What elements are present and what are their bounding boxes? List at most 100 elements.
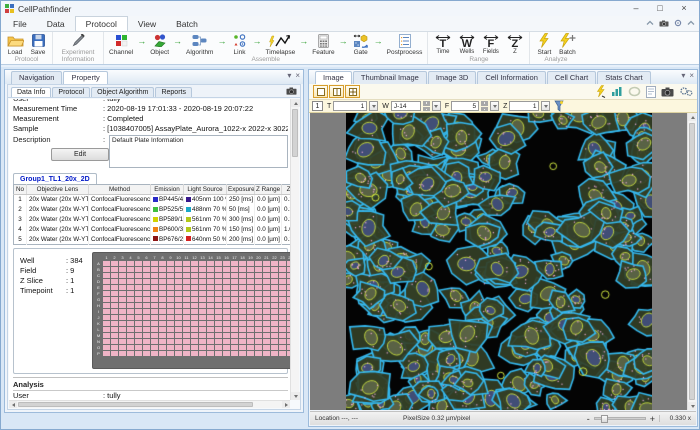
plate-well[interactable] (199, 267, 206, 272)
plate-well[interactable] (191, 285, 198, 290)
plate-well[interactable] (223, 267, 230, 272)
plate-well[interactable] (111, 273, 118, 278)
plate-well[interactable] (111, 297, 118, 302)
plate-well[interactable] (239, 273, 246, 278)
postprocess-button[interactable]: Postprocess (385, 33, 425, 56)
plate-well[interactable] (207, 345, 214, 350)
plate-well[interactable] (271, 327, 278, 332)
scroll-up-arrow[interactable] (291, 99, 300, 107)
channel-row[interactable]: 4 20x Water (20x W-YT) ConfocalFluorescenc… (13, 224, 290, 235)
plate-well[interactable] (127, 321, 134, 326)
plate-well[interactable] (279, 267, 286, 272)
plate-well[interactable] (279, 315, 286, 320)
plate-well[interactable] (255, 333, 262, 338)
plate-well[interactable] (175, 333, 182, 338)
plate-well[interactable] (199, 309, 206, 314)
plate-well[interactable] (263, 297, 270, 302)
zoom-slider[interactable] (593, 415, 646, 423)
plate-well[interactable] (247, 315, 254, 320)
panel-splitter[interactable] (304, 69, 308, 413)
plate-well[interactable] (127, 267, 134, 272)
plate-well[interactable] (103, 285, 110, 290)
plate-well[interactable] (151, 345, 158, 350)
plate-well[interactable] (263, 321, 270, 326)
plate-well[interactable] (175, 273, 182, 278)
plate-well[interactable] (151, 351, 158, 356)
range-time-button[interactable]: T Time (431, 34, 454, 55)
plate-well[interactable] (239, 303, 246, 308)
plate-well[interactable] (207, 309, 214, 314)
tab-thumbnail-image[interactable]: Thumbnail Image (352, 71, 427, 84)
channel-row[interactable]: 5 20x Water (20x W-YT) ConfocalFluorescenc… (13, 234, 290, 245)
save-button[interactable]: Save (27, 33, 49, 56)
plate-well[interactable] (167, 321, 174, 326)
zoom-out-button[interactable]: - (587, 414, 590, 424)
plate-well[interactable] (255, 279, 262, 284)
plate-well[interactable] (167, 345, 174, 350)
plate-well[interactable] (271, 273, 278, 278)
plate-well[interactable] (111, 315, 118, 320)
plate-well[interactable] (159, 267, 166, 272)
plate-well[interactable] (111, 267, 118, 272)
plate-well[interactable] (255, 345, 262, 350)
plate-well[interactable] (103, 309, 110, 314)
plate-well[interactable] (199, 351, 206, 356)
plate-well[interactable] (231, 291, 238, 296)
channel-row[interactable]: 2 20x Water (20x W-YT) ConfocalFluorescenc… (13, 204, 290, 215)
plate-well[interactable] (119, 279, 126, 284)
plate-well[interactable] (135, 291, 142, 296)
plate-well[interactable] (183, 267, 190, 272)
plate-well[interactable] (207, 273, 214, 278)
plate-well[interactable] (111, 321, 118, 326)
plate-well[interactable] (231, 339, 238, 344)
plate-well[interactable] (191, 297, 198, 302)
plate-well[interactable] (151, 285, 158, 290)
plate-well[interactable] (183, 261, 190, 266)
plate-well[interactable] (223, 261, 230, 266)
plate-well[interactable] (143, 291, 150, 296)
plate-well[interactable] (279, 261, 286, 266)
plate-well[interactable] (151, 321, 158, 326)
plate-well[interactable] (151, 291, 158, 296)
plate-well[interactable] (279, 303, 286, 308)
plate-well[interactable] (103, 279, 110, 284)
plate-well[interactable] (199, 333, 206, 338)
plate-well[interactable] (167, 273, 174, 278)
plate-well[interactable] (135, 267, 142, 272)
plate-well[interactable] (135, 351, 142, 356)
plate-well[interactable] (263, 279, 270, 284)
plate-well[interactable] (191, 351, 198, 356)
plate-well[interactable] (231, 267, 238, 272)
plate-well[interactable] (215, 303, 222, 308)
timelapse-button[interactable]: Timelapse (263, 33, 297, 56)
plate-well[interactable] (191, 339, 198, 344)
plate-well[interactable] (239, 351, 246, 356)
layout-quad-button[interactable] (345, 85, 360, 98)
plate-well[interactable] (111, 333, 118, 338)
plate-well[interactable] (111, 327, 118, 332)
scroll-up-arrow[interactable] (688, 113, 696, 121)
plate-well[interactable] (215, 309, 222, 314)
plate-well[interactable] (119, 345, 126, 350)
plate-well[interactable] (271, 315, 278, 320)
plate-well[interactable] (231, 285, 238, 290)
timepoint-dropdown[interactable] (369, 101, 379, 111)
plate-well[interactable] (191, 303, 198, 308)
plate-well[interactable] (279, 279, 286, 284)
plate-well[interactable] (271, 297, 278, 302)
plate-well[interactable] (215, 351, 222, 356)
plate-well[interactable] (247, 339, 254, 344)
plate-well[interactable] (239, 279, 246, 284)
plate-well[interactable] (175, 339, 182, 344)
zoom-slider-thumb[interactable] (600, 415, 608, 423)
plate-well[interactable] (135, 303, 142, 308)
plate-well[interactable] (159, 291, 166, 296)
plate-well[interactable] (271, 261, 278, 266)
view-index-button[interactable]: 1 (312, 101, 323, 111)
plate-well[interactable] (255, 315, 262, 320)
plate-well[interactable] (127, 297, 134, 302)
plate-well[interactable] (175, 291, 182, 296)
plate-well[interactable] (231, 315, 238, 320)
plate-well[interactable] (175, 303, 182, 308)
plate-well[interactable] (223, 291, 230, 296)
